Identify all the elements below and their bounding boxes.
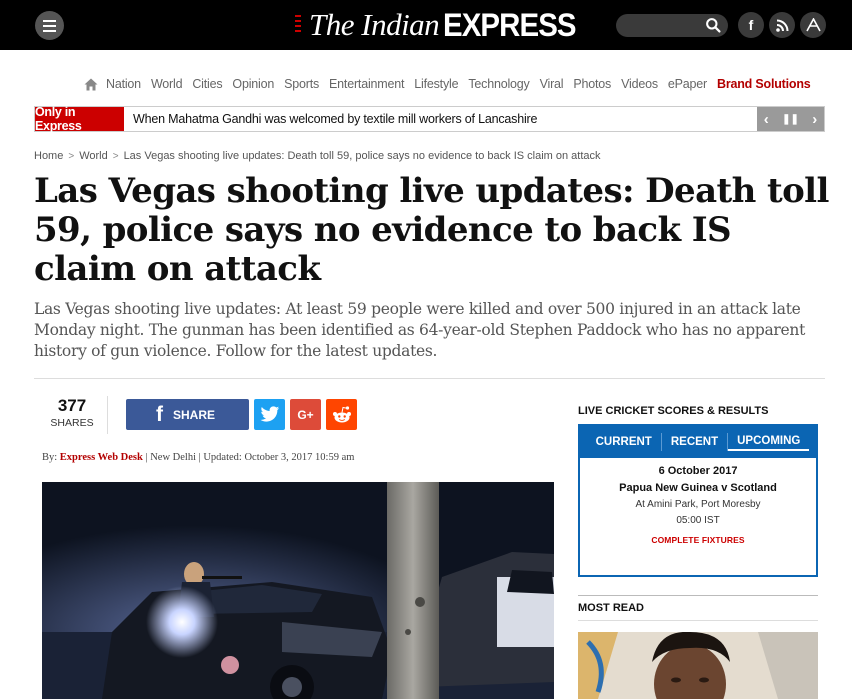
reddit-share-button[interactable] xyxy=(326,399,357,430)
nav-item-photos[interactable]: Photos xyxy=(573,77,611,91)
facebook-share-label: SHARE xyxy=(173,407,216,422)
nav-item-opinion[interactable]: Opinion xyxy=(232,77,274,91)
facebook-icon: f xyxy=(156,402,163,426)
article-photo xyxy=(42,482,554,699)
divider xyxy=(578,620,818,621)
breadcrumb-separator: > xyxy=(112,150,119,162)
page-title: Las Vegas shooting live updates: Death t… xyxy=(34,171,829,289)
nav-item-technology[interactable]: Technology xyxy=(468,77,529,91)
cricket-widget-title: LIVE CRICKET SCORES & RESULTS xyxy=(578,405,769,417)
main-nav: Nation World Cities Opinion Sports Enter… xyxy=(84,75,821,93)
complete-fixtures-link[interactable]: COMPLETE FIXTURES xyxy=(580,535,816,545)
google-plus-icon: G+ xyxy=(297,407,314,422)
share-count: 377 SHARES xyxy=(49,396,95,429)
byline-pipe: | xyxy=(145,452,148,463)
byline-pipe: | xyxy=(198,452,201,463)
nav-item-lifestyle[interactable]: Lifestyle xyxy=(414,77,458,91)
breadcrumb-section[interactable]: World xyxy=(79,150,108,162)
fixture-time: 05:00 IST xyxy=(676,515,720,526)
search-icon[interactable] xyxy=(705,17,722,34)
logo-text-express: EXPRESS xyxy=(443,6,577,43)
tab-recent[interactable]: RECENT xyxy=(662,433,729,451)
nav-item-nation[interactable]: Nation xyxy=(106,77,141,91)
search-input[interactable] xyxy=(616,14,728,37)
home-icon[interactable] xyxy=(84,78,98,91)
font-size-icon[interactable] xyxy=(800,12,826,38)
pause-icon[interactable]: ❚❚ xyxy=(782,114,799,125)
ticker-controls: ‹ ❚❚ › xyxy=(757,107,824,131)
breadcrumb-current: Las Vegas shooting live updates: Death t… xyxy=(123,150,601,162)
facebook-share-button[interactable]: f SHARE xyxy=(126,399,249,430)
logo-mark-icon xyxy=(293,11,303,39)
twitter-share-button[interactable] xyxy=(254,399,285,430)
fixture-teams[interactable]: Papua New Guinea v Scotland xyxy=(580,482,816,494)
top-bar: The Indian EXPRESS f xyxy=(0,0,852,50)
divider xyxy=(34,378,825,379)
cricket-widget: CURRENT RECENT UPCOMING 6 October 2017 P… xyxy=(578,424,818,577)
twitter-icon xyxy=(260,406,279,422)
nav-item-world[interactable]: World xyxy=(151,77,183,91)
tab-upcoming[interactable]: UPCOMING xyxy=(728,433,810,451)
byline: By: Express Web Desk | New Delhi | Updat… xyxy=(42,452,354,463)
article-synopsis: Las Vegas shooting live updates: At leas… xyxy=(34,300,806,360)
reddit-icon xyxy=(332,405,351,422)
news-ticker: Only in Express When Mahatma Gandhi was … xyxy=(34,105,825,133)
byline-updated: Updated: October 3, 2017 10:59 am xyxy=(203,452,355,463)
most-read-title: MOST READ xyxy=(578,602,644,614)
site-logo[interactable]: The Indian EXPRESS xyxy=(293,7,587,43)
nav-item-viral[interactable]: Viral xyxy=(540,77,564,91)
logo-text-the: The Indian xyxy=(309,7,440,42)
fixture-card: 6 October 2017 Papua New Guinea v Scotla… xyxy=(580,458,816,545)
fixture-date: 6 October 2017 xyxy=(658,465,738,477)
share-count-number: 377 xyxy=(57,396,87,415)
nav-item-entertainment[interactable]: Entertainment xyxy=(329,77,404,91)
chevron-right-icon[interactable]: › xyxy=(812,111,817,128)
chevron-left-icon[interactable]: ‹ xyxy=(764,111,769,128)
nav-item-videos[interactable]: Videos xyxy=(621,77,658,91)
share-count-label: SHARES xyxy=(50,417,94,429)
nav-item-epaper[interactable]: ePaper xyxy=(668,77,707,91)
author-link[interactable]: Express Web Desk xyxy=(60,452,143,463)
ticker-label[interactable]: Only in Express xyxy=(35,105,124,133)
breadcrumb-home[interactable]: Home xyxy=(34,150,63,162)
nav-item-brand-solutions[interactable]: Brand Solutions xyxy=(717,77,811,91)
ticker-headline[interactable]: When Mahatma Gandhi was welcomed by text… xyxy=(133,112,537,126)
tab-current[interactable]: CURRENT xyxy=(587,433,662,451)
divider xyxy=(107,396,108,434)
nav-item-cities[interactable]: Cities xyxy=(192,77,222,91)
rss-icon[interactable] xyxy=(769,12,795,38)
cricket-tabs: CURRENT RECENT UPCOMING xyxy=(580,426,816,458)
byline-location: New Delhi xyxy=(150,452,196,463)
menu-icon[interactable] xyxy=(35,11,64,40)
facebook-icon[interactable]: f xyxy=(738,12,764,38)
byline-prefix: By: xyxy=(42,452,58,463)
nav-item-sports[interactable]: Sports xyxy=(284,77,319,91)
breadcrumb: Home > World > Las Vegas shooting live u… xyxy=(34,150,601,162)
breadcrumb-separator: > xyxy=(68,150,75,162)
fixture-venue: At Amini Park, Port Moresby xyxy=(635,499,761,510)
most-read-thumbnail[interactable] xyxy=(578,632,818,699)
google-plus-share-button[interactable]: G+ xyxy=(290,399,321,430)
divider xyxy=(578,595,818,596)
